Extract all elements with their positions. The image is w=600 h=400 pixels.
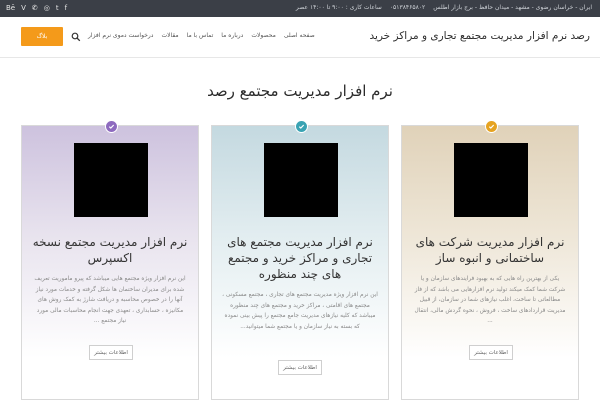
instagram-icon[interactable]: ◎ [44,4,50,12]
top-bar: Bē V ✆ ◎ t f ایران - خراسان رضوی - مشهد … [0,0,600,17]
check-badge [295,120,308,133]
phone-text[interactable]: ۰۵۱۳۸۴۶۵۸۰۲ [390,4,425,12]
behance-icon[interactable]: Bē [6,4,15,12]
check-badge [105,120,118,133]
nav-home[interactable]: صفحه اصلی [284,32,315,39]
site-title[interactable]: رصد نرم افزار مدیریت مجتمع تجاری و مراکز… [369,30,590,42]
more-info-button[interactable]: اطلاعات بیشتر [89,345,133,360]
more-info-button[interactable]: اطلاعات بیشتر [469,345,513,360]
card-description: یکی از بهترین راه هایی که به بهبود فراین… [414,276,566,324]
nav-articles[interactable]: مقالات [161,32,178,39]
nav-about[interactable]: درباره ما [221,32,243,39]
section-title: نرم افزار مدیریت مجتمع رصد [207,82,393,100]
location-text: ایران - خراسان رضوی - مشهد - میدان حافظ … [433,4,592,11]
product-card-express: نرم افزار مدیریت مجتمع نسخه اکسپرس این ن… [21,120,199,400]
whatsapp-icon[interactable]: ✆ [32,4,38,12]
facebook-icon[interactable]: f [65,4,67,12]
search-icon[interactable] [71,32,81,42]
product-image [74,143,148,217]
card-description: این نرم افزار ویژه مدیریت مجتمع های تجار… [222,292,378,330]
card-title: نرم افزار مدیریت مجتمع نسخه اکسپرس [32,235,188,265]
blog-button[interactable]: بلاگ [21,27,63,46]
nav-contact[interactable]: تماس با ما [187,32,214,39]
nav-demo-request[interactable]: درخواست دموی نرم افزار [88,32,153,39]
twitter-icon[interactable]: t [56,4,59,12]
vimeo-icon[interactable]: V [21,4,26,12]
product-card-commercial: نرم افزار مدیریت مجتمع های تجاری و مراکز… [211,120,389,400]
card-title: نرم افزار مدیریت مجتمع های تجاری و مراکز… [227,235,373,281]
product-image [454,143,528,217]
contact-info: ایران - خراسان رضوی - مشهد - میدان حافظ … [296,4,592,12]
card-description: این نرم افزار ویژه مجتمع هایی میباشد که … [34,276,186,324]
nav-products[interactable]: محصولات [251,32,275,39]
check-icon [108,124,115,129]
site-header: رصد نرم افزار مدیریت مجتمع تجاری و مراکز… [0,17,600,58]
check-icon [488,124,495,129]
check-badge [485,120,498,133]
hours-text: ساعات کاری : ۹:۰۰ تا ۱۴:۰۰ عصر [295,4,382,11]
social-links: Bē V ✆ ◎ t f [6,4,67,12]
check-icon [298,124,305,129]
product-card-construction: نرم افزار مدیریت شرکت های ساختمانی و انب… [401,120,579,400]
product-image [264,143,338,217]
main-nav: صفحه اصلی محصولات درباره ما تماس با ما م… [88,32,315,39]
more-info-button[interactable]: اطلاعات بیشتر [278,360,322,375]
card-title: نرم افزار مدیریت شرکت های ساختمانی و انب… [415,235,565,265]
